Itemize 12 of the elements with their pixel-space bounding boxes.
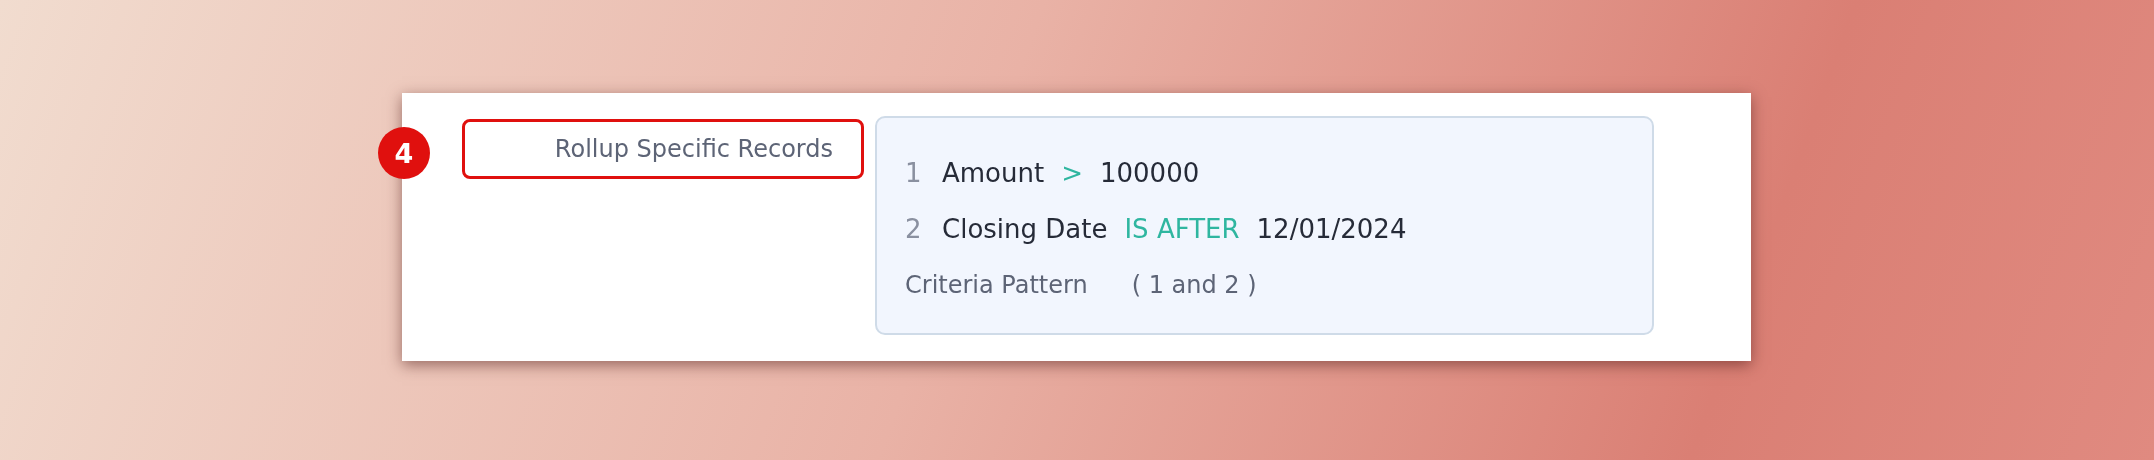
criteria-value: 100000 [1099, 157, 1200, 190]
pattern-label: Criteria Pattern [905, 270, 1088, 301]
criteria-field: Closing Date [942, 212, 1108, 246]
pattern-value: ( 1 and 2 ) [1131, 270, 1257, 301]
option-label: Rollup Specific Records [462, 119, 864, 179]
criteria-number: 1 [905, 157, 923, 190]
criteria-value: 12/01/2024 [1256, 213, 1407, 246]
criteria-number: 2 [905, 213, 923, 246]
step-badge: 4 [378, 127, 430, 179]
criteria-field: Amount [942, 156, 1045, 190]
criteria-operator: > [1061, 157, 1083, 190]
criteria-operator: IS AFTER [1124, 213, 1240, 246]
